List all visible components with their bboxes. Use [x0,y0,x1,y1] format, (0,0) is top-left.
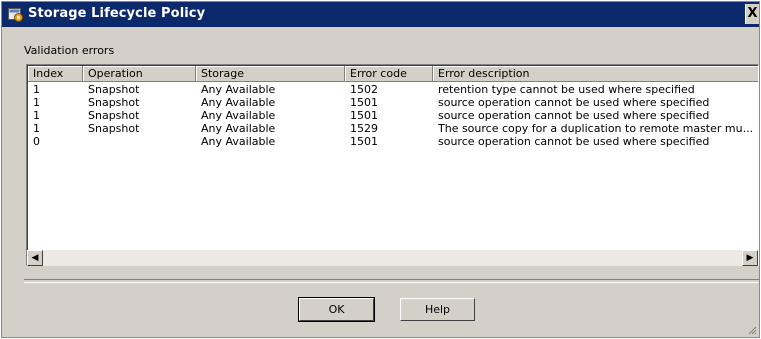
cell-error-description: source operation cannot be used where sp… [438,135,710,148]
cell-operation [83,135,196,148]
validation-errors-label: Validation errors [24,44,115,57]
policy-app-icon [8,8,23,22]
table-row[interactable]: 1 Snapshot Any Available 1501 source ope… [28,109,758,122]
cell-error-code: 1529 [350,122,378,135]
cell-error-code: 1501 [350,109,378,122]
scroll-right-icon[interactable]: ▶ [742,250,758,266]
cell-storage: Any Available [201,109,276,122]
table-row[interactable]: 1 Snapshot Any Available 1529 The source… [28,122,758,135]
scroll-left-icon[interactable]: ◀ [27,250,43,266]
cell-error-description: The source copy for a duplication to rem… [438,122,754,135]
separator [24,279,759,283]
cell-storage: Any Available [201,96,276,109]
cell-operation: Snapshot [88,83,140,96]
storage-lifecycle-policy-dialog: Storage Lifecycle Policy X Validation er… [1,1,760,338]
cell-index: 0 [33,135,40,148]
resize-grip-icon[interactable] [747,325,757,335]
title-bar[interactable]: Storage Lifecycle Policy X [2,2,759,27]
cell-operation: Snapshot [88,96,140,109]
cell-storage: Any Available [201,135,276,148]
ok-button[interactable]: OK [298,297,375,322]
cell-error-description: source operation cannot be used where sp… [438,96,710,109]
cell-error-description: retention type cannot be used where spec… [438,83,695,96]
cell-operation: Snapshot [88,122,140,135]
cell-index: 1 [33,122,40,135]
close-button[interactable]: X [745,4,759,24]
cell-index: 1 [33,96,40,109]
cell-error-code: 1501 [350,135,378,148]
cell-operation: Snapshot [88,109,140,122]
cell-storage: Any Available [201,122,276,135]
horizontal-scrollbar[interactable]: ◀ ▶ [27,250,758,266]
validation-errors-list[interactable]: Index Operation Storage Error code Error… [26,64,759,266]
table-row[interactable]: 1 Snapshot Any Available 1502 retention … [28,83,758,96]
cell-index: 1 [33,109,40,122]
cell-error-code: 1501 [350,96,378,109]
table-row[interactable]: 1 Snapshot Any Available 1501 source ope… [28,96,758,109]
column-header-operation[interactable]: Operation [83,66,196,82]
column-header-index[interactable]: Index [28,66,83,82]
column-header-error-code[interactable]: Error code [345,66,433,82]
list-header: Index Operation Storage Error code Error… [28,66,758,82]
cell-storage: Any Available [201,83,276,96]
column-header-error-description[interactable]: Error description [433,66,758,82]
window-title: Storage Lifecycle Policy [28,6,206,21]
table-row[interactable]: 0 Any Available 1501 source operation ca… [28,135,758,148]
cell-index: 1 [33,83,40,96]
cell-error-description: source operation cannot be used where sp… [438,109,710,122]
cell-error-code: 1502 [350,83,378,96]
help-button[interactable]: Help [400,298,475,321]
column-header-storage[interactable]: Storage [196,66,345,82]
